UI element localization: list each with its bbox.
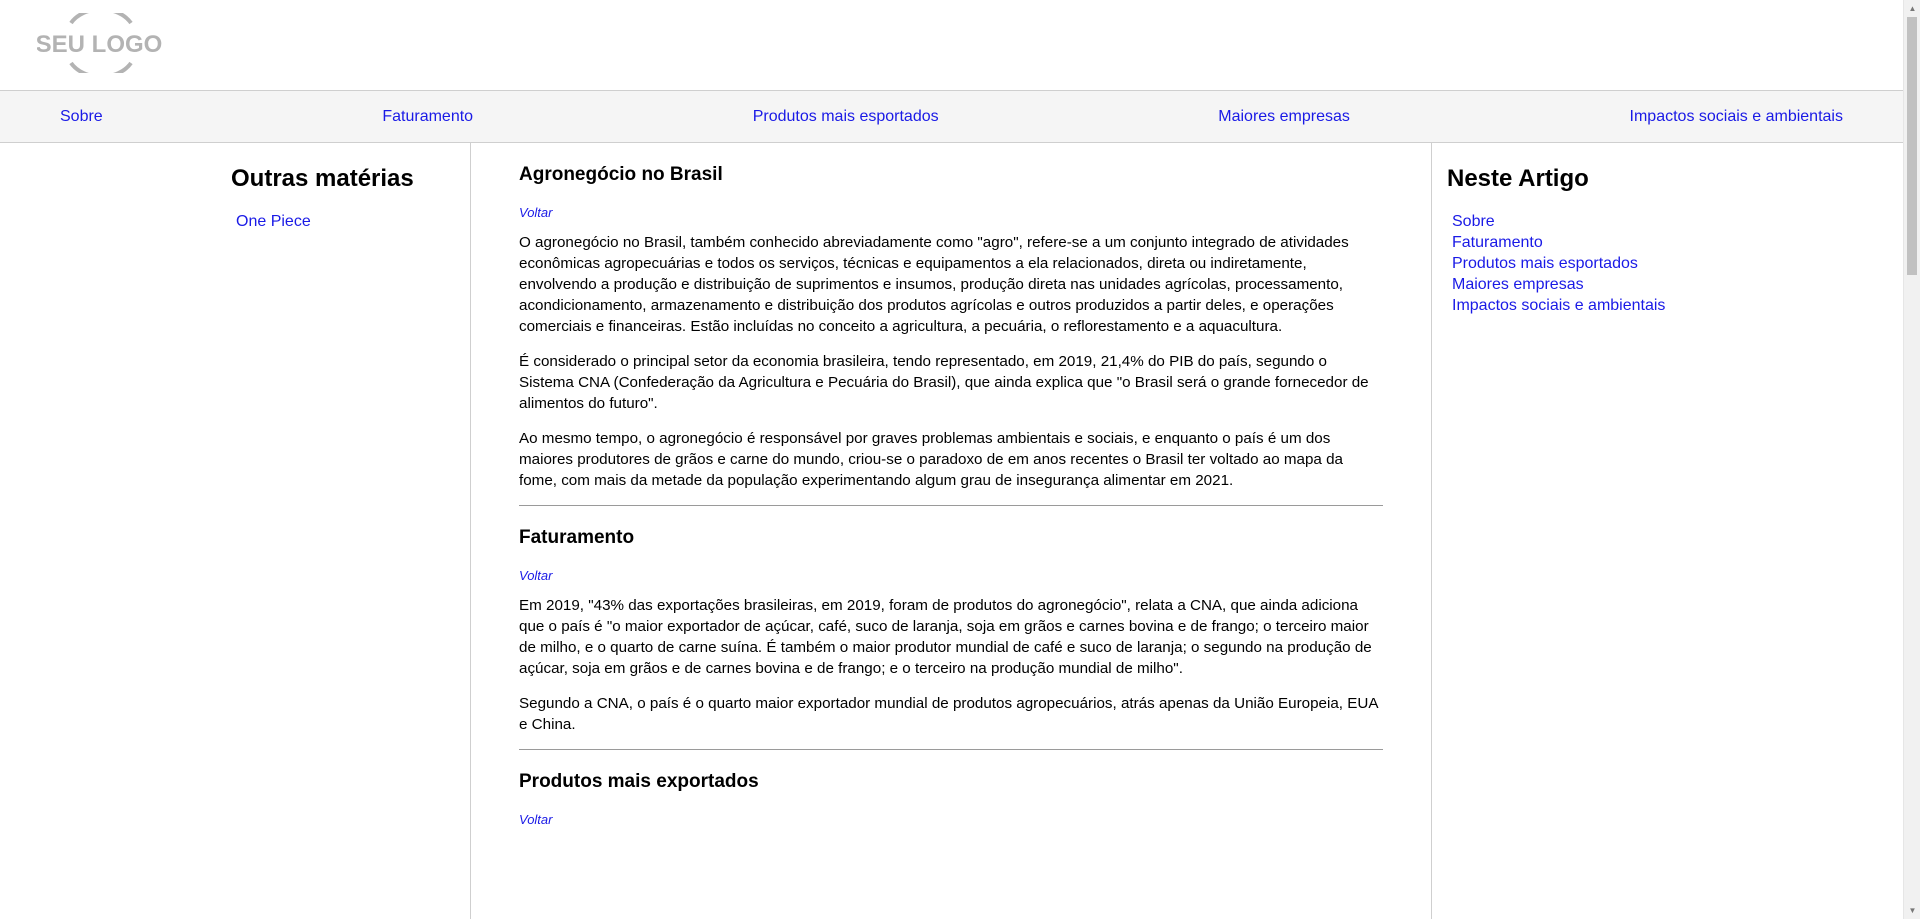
toc-link-sobre[interactable]: Sobre <box>1452 213 1495 230</box>
back-link[interactable]: Voltar <box>519 205 1383 220</box>
paragraph: Em 2019, "43% das exportações brasileira… <box>519 597 1372 677</box>
section-divider <box>519 749 1383 750</box>
content-area: Outras matérias One Piece Agronegócio no… <box>0 143 1903 919</box>
right-sidebar-title: Neste Artigo <box>1447 165 1589 192</box>
page: SEU LOGO Sobre Faturamento Produtos mais… <box>0 0 1903 919</box>
list-item: Faturamento <box>1452 232 1903 253</box>
section-produtos: Produtos mais exportados Voltar <box>519 770 1383 827</box>
scroll-down-arrow-icon[interactable]: ▼ <box>1904 902 1920 919</box>
section-title: Agronegócio no Brasil <box>519 164 723 185</box>
section-faturamento: Faturamento Voltar Em 2019, "43% das exp… <box>519 526 1383 750</box>
list-item: Produtos mais esportados <box>1452 253 1903 274</box>
paragraph: O agronegócio no Brasil, também conhecid… <box>519 234 1349 335</box>
scroll-up-arrow-icon[interactable]: ▲ <box>1904 0 1920 17</box>
section-title: Faturamento <box>519 527 635 548</box>
nav-link-sobre[interactable]: Sobre <box>60 108 103 126</box>
nav-link-impactos[interactable]: Impactos sociais e ambientais <box>1630 108 1843 126</box>
toc-link-impactos[interactable]: Impactos sociais e ambientais <box>1452 297 1665 314</box>
paragraph: Segundo a CNA, o país é o quarto maior e… <box>519 695 1378 733</box>
section-divider <box>519 505 1383 506</box>
left-sidebar: Outras matérias One Piece <box>0 143 471 919</box>
logo-arc-top <box>69 13 133 25</box>
list-item: One Piece <box>236 211 470 232</box>
nav-link-faturamento[interactable]: Faturamento <box>382 108 473 126</box>
left-sidebar-title: Outras matérias <box>231 165 414 192</box>
list-item: Sobre <box>1452 211 1903 232</box>
right-sidebar: Neste Artigo Sobre Faturamento Produtos … <box>1432 143 1903 919</box>
toc-link-produtos[interactable]: Produtos mais esportados <box>1452 255 1638 272</box>
list-item: Impactos sociais e ambientais <box>1452 295 1903 316</box>
logo-text: SEU LOGO <box>37 31 162 58</box>
back-link[interactable]: Voltar <box>519 568 1383 583</box>
site-header: SEU LOGO <box>0 0 1903 90</box>
back-link[interactable]: Voltar <box>519 812 1383 827</box>
toc-link-faturamento[interactable]: Faturamento <box>1452 234 1543 251</box>
toc-link-maiores-empresas[interactable]: Maiores empresas <box>1452 276 1584 293</box>
section-title: Produtos mais exportados <box>519 771 759 792</box>
other-articles-list: One Piece <box>236 211 470 232</box>
logo[interactable]: SEU LOGO <box>37 13 165 73</box>
logo-arc-bottom <box>69 61 133 73</box>
browser-viewport: SEU LOGO Sobre Faturamento Produtos mais… <box>0 0 1920 919</box>
scrollbar-thumb[interactable] <box>1907 17 1917 275</box>
section-agronegocio: Agronegócio no Brasil Voltar O agronegóc… <box>519 163 1383 506</box>
list-item: Maiores empresas <box>1452 274 1903 295</box>
paragraph: Ao mesmo tempo, o agronegócio é responsá… <box>519 430 1343 489</box>
other-article-link[interactable]: One Piece <box>236 213 311 230</box>
nav-link-maiores-empresas[interactable]: Maiores empresas <box>1218 108 1350 126</box>
main-nav: Sobre Faturamento Produtos mais esportad… <box>0 90 1903 143</box>
vertical-scrollbar[interactable]: ▲ ▼ <box>1903 0 1920 919</box>
article-main: Agronegócio no Brasil Voltar O agronegóc… <box>471 143 1432 919</box>
paragraph: É considerado o principal setor da econo… <box>519 353 1369 412</box>
nav-link-produtos[interactable]: Produtos mais esportados <box>753 108 939 126</box>
article-toc: Sobre Faturamento Produtos mais esportad… <box>1452 211 1903 316</box>
